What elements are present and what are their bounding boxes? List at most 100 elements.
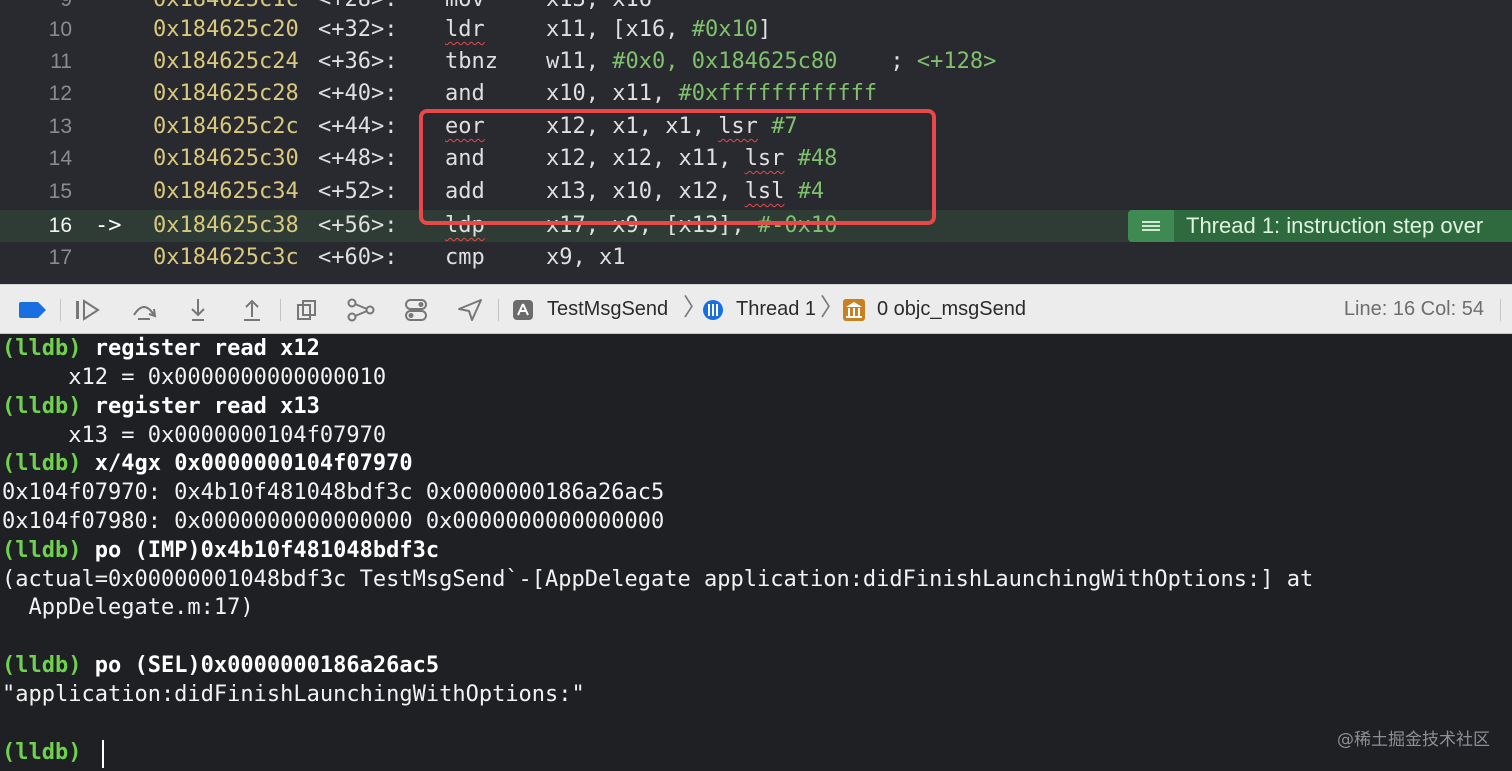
operand-text: x13, x16 [546, 0, 652, 12]
operand-text: x10, x11, [546, 81, 679, 106]
step-into-icon[interactable] [184, 297, 212, 323]
console-line: (lldb) [2, 739, 95, 768]
console-output: AppDelegate.m:17) [2, 595, 254, 620]
stack-frame-icon [843, 299, 865, 321]
text-caret [102, 740, 104, 768]
watermark: @稀土掘金技术社区 [1337, 730, 1490, 750]
console-line: (lldb) po (IMP)0x4b10f481048bdf3c [2, 537, 439, 566]
mnemonic: and [445, 81, 485, 106]
memory-graph-icon[interactable] [346, 297, 376, 323]
instruction-offset: <+60>: [318, 245, 398, 270]
line-number: 12 [48, 82, 72, 105]
mnemonic: ldr [445, 17, 485, 42]
console-line: 0x104f07980: 0x0000000000000000 0x000000… [2, 508, 664, 537]
operand-text: w11, [546, 49, 613, 74]
instruction-address: 0x184625c38 [153, 213, 299, 238]
console-line: x13 = 0x0000000104f07970 [2, 422, 386, 451]
thread-status-text: Thread 1: instruction step over [1186, 213, 1484, 238]
cursor-position: Line: 16 Col: 54 [1343, 298, 1484, 320]
debug-bar: TestMsgSend 〉 Thread 1 〉 0 objc_msgSend … [0, 284, 1512, 334]
console-output: 0x104f07980: 0x0000000000000000 0x000000… [2, 509, 665, 534]
mnemonic: cmp [445, 245, 485, 270]
instruction-address: 0x184625c34 [153, 179, 299, 204]
breadcrumb-target[interactable]: TestMsgSend [547, 285, 668, 333]
instruction-address: 0x184625c2c [153, 114, 299, 139]
breakpoints-toggle-icon[interactable] [18, 300, 48, 320]
line-number: 15 [48, 180, 72, 203]
operands: x9, x1 [546, 242, 625, 274]
line-number: 10 [48, 18, 72, 41]
operand-text: x9, x1 [546, 245, 626, 270]
lldb-prompt: (lldb) [2, 653, 95, 678]
console-line: "application:didFinishLaunchingWithOptio… [2, 681, 585, 710]
instruction-address: 0x184625c24 [153, 49, 299, 74]
lldb-prompt: (lldb) [2, 451, 95, 476]
lldb-prompt: (lldb) [2, 336, 95, 361]
operands: x11, [x16, #0x10] [546, 14, 771, 46]
operands: x10, x11, #0xffffffffffff [546, 78, 877, 110]
console-command: po (SEL)0x0000000186a26ac5 [94, 653, 440, 678]
console-command: register read x13 [94, 394, 320, 419]
view-hierarchy-icon[interactable] [294, 297, 322, 323]
location-icon[interactable] [456, 297, 484, 323]
instruction-address: 0x184625c30 [153, 146, 299, 171]
breadcrumb-frame[interactable]: 0 objc_msgSend [877, 285, 1026, 333]
console-line: 0x104f07970: 0x4b10f481048bdf3c 0x000000… [2, 479, 664, 508]
line-number: 11 [50, 50, 72, 73]
asm-row[interactable]: 17 0x184625c3c <+60>: cmp x9, x1 [0, 242, 1512, 274]
asm-row[interactable]: 11 0x184625c24 <+36>: tbnz w11, #0x0, 0x… [0, 46, 1512, 78]
lldb-console[interactable]: (lldb) register read x12 x12 = 0x0000000… [0, 334, 1512, 771]
lldb-prompt: (lldb) [2, 740, 95, 765]
console-command: po (IMP)0x4b10f481048bdf3c [94, 538, 440, 563]
continue-icon[interactable] [74, 297, 102, 323]
console-command: x/4gx 0x0000000104f07970 [94, 451, 413, 476]
instruction-offset: <+40>: [318, 81, 398, 106]
instruction-offset: <+32>: [318, 17, 398, 42]
console-line: (actual=0x00000001048bdf3c TestMsgSend`-… [2, 566, 1313, 595]
operand-text: x11, [x16, [546, 17, 692, 42]
thread-icon [703, 300, 723, 320]
line-number: 14 [48, 147, 72, 170]
instruction-offset: <+52>: [318, 179, 398, 204]
disassembly-view: 9 0x184625c1c <+28>: mov x13, x16 10 0x1… [0, 0, 1512, 284]
console-line: (lldb) po (SEL)0x0000000186a26ac5 [2, 652, 439, 681]
console-line: (lldb) register read x13 [2, 393, 320, 422]
thread-status-banner[interactable]: Thread 1: instruction step over [1128, 210, 1512, 242]
comment-separator: ; [837, 49, 917, 74]
immediate-literal: #0x10 [691, 17, 758, 42]
instruction-address: 0x184625c28 [153, 81, 299, 106]
console-output: (actual=0x00000001048bdf3c TestMsgSend`-… [2, 567, 1314, 592]
highlight-box [419, 109, 936, 225]
line-number: 17 [48, 246, 72, 269]
console-command: register read x12 [94, 336, 320, 361]
chevron-right-icon: 〉 [820, 294, 844, 321]
lldb-prompt: (lldb) [2, 394, 95, 419]
console-output: x12 = 0x0000000000000010 [2, 365, 387, 390]
environment-overrides-icon[interactable] [402, 297, 430, 323]
offset-comment: <+128> [916, 49, 997, 74]
instruction-offset: <+56>: [318, 213, 398, 238]
instruction-offset: <+36>: [318, 49, 398, 74]
line-number: 16 [48, 214, 72, 237]
operands: w11, #0x0, 0x184625c80 ; <+128> [546, 46, 996, 78]
immediate-literal: #0x0, 0x184625c80 [612, 49, 838, 74]
console-line: (lldb) register read x12 [2, 335, 320, 364]
step-out-icon[interactable] [238, 297, 266, 323]
pc-arrow: -> [95, 213, 122, 238]
console-line: x12 = 0x0000000000000010 [2, 364, 386, 393]
instruction-offset: <+48>: [318, 146, 398, 171]
lldb-prompt: (lldb) [2, 538, 95, 563]
instruction-address: 0x184625c3c [153, 245, 299, 270]
step-over-icon[interactable] [130, 297, 158, 323]
asm-row[interactable]: 10 0x184625c20 <+32>: ldr x11, [x16, #0x… [0, 14, 1512, 46]
instruction-offset: <+44>: [318, 114, 398, 139]
console-line: AppDelegate.m:17) [2, 594, 254, 623]
console-output: 0x104f07970: 0x4b10f481048bdf3c 0x000000… [2, 480, 665, 505]
console-output: "application:didFinishLaunchingWithOptio… [2, 682, 585, 707]
asm-row[interactable]: 12 0x184625c28 <+40>: and x10, x11, #0xf… [0, 78, 1512, 110]
console-output: x13 = 0x0000000104f07970 [2, 423, 387, 448]
breadcrumb-thread[interactable]: Thread 1 [736, 285, 816, 333]
instruction-address: 0x184625c20 [153, 17, 299, 42]
app-target-icon [513, 300, 533, 320]
console-line: (lldb) x/4gx 0x0000000104f07970 [2, 450, 413, 479]
